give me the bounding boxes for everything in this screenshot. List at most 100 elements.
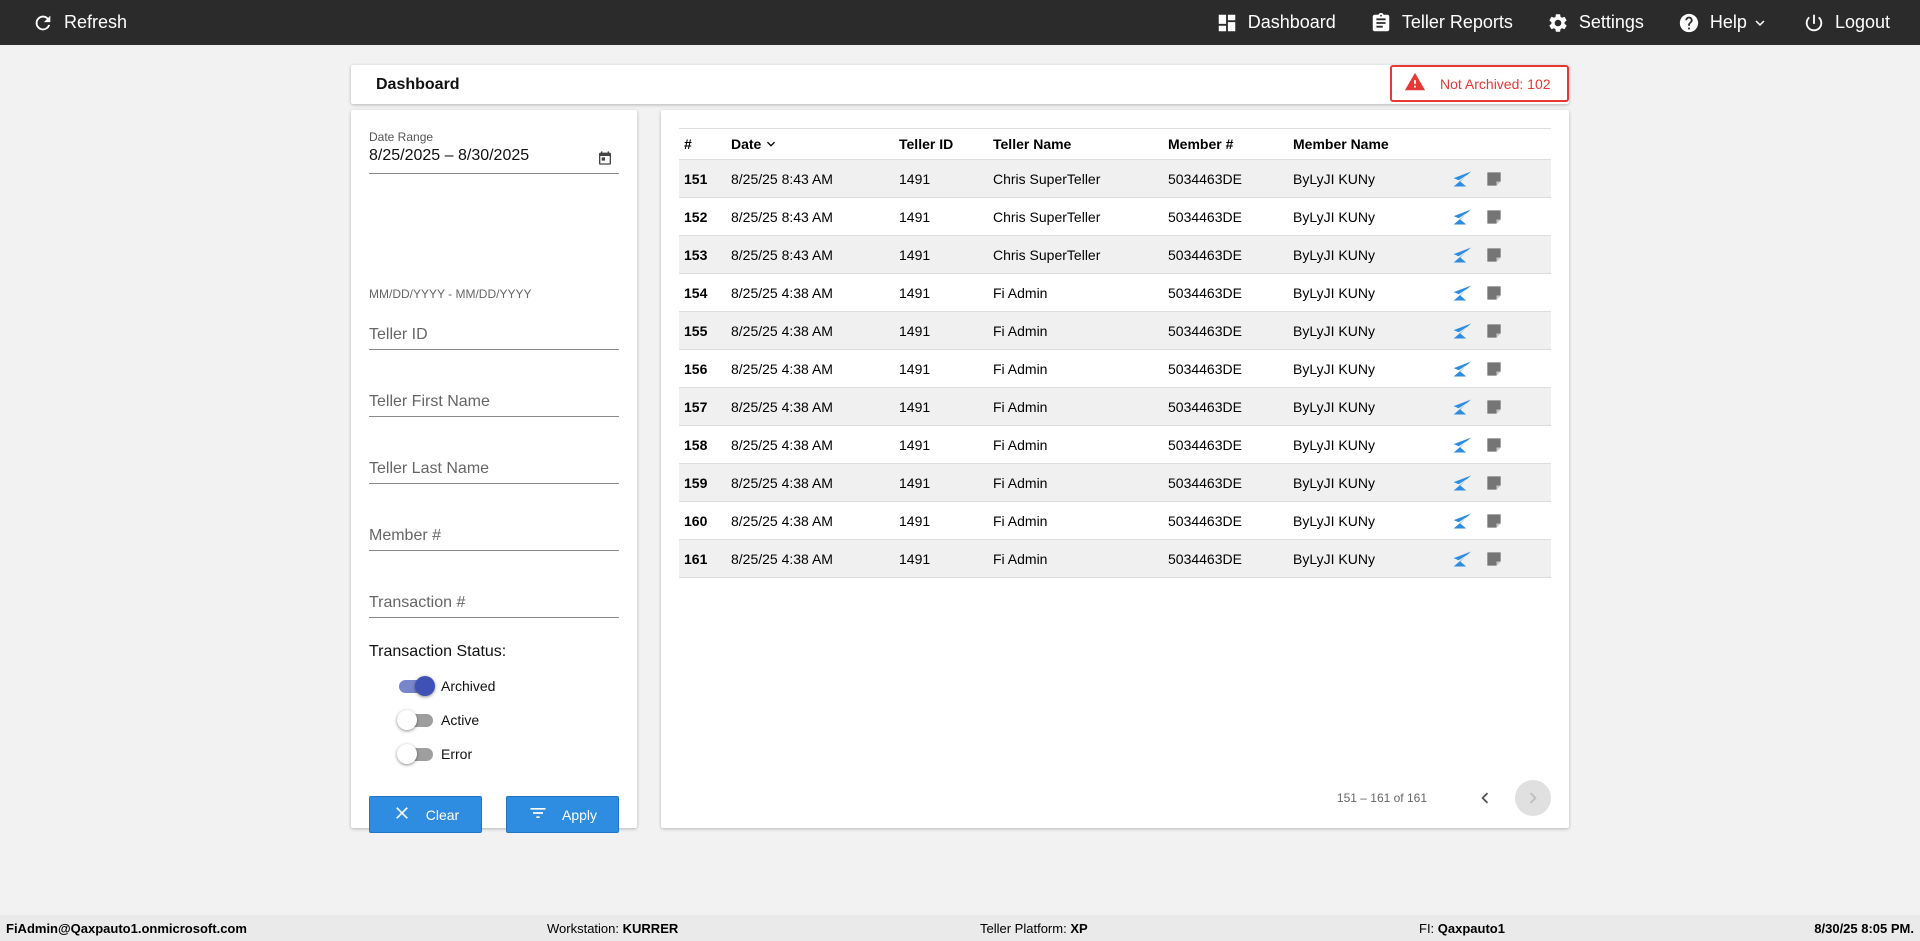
column-header-date[interactable]: Date	[731, 129, 779, 159]
send-icon[interactable]	[1452, 169, 1472, 189]
next-page-button[interactable]	[1515, 780, 1551, 816]
note-icon[interactable]	[1484, 435, 1504, 455]
nav-help[interactable]: Help	[1678, 0, 1769, 45]
table-body: 151 8/25/25 8:43 AM 1491 Chris SuperTeller 5…	[679, 160, 1551, 578]
nav-logout-label: Logout	[1834, 12, 1890, 32]
cell-number: 156	[684, 360, 708, 377]
table-row[interactable]: 160 8/25/25 4:38 AM 1491 Fi Admin 5034463DE B…	[679, 502, 1551, 540]
send-icon[interactable]	[1452, 511, 1472, 531]
apply-button-label: Apply	[561, 806, 598, 823]
cell-member-name: ByLyJI KUNy	[1293, 512, 1375, 529]
table-row[interactable]: 155 8/25/25 4:38 AM 1491 Fi Admin 5034463DE B…	[679, 312, 1551, 350]
table-row[interactable]: 161 8/25/25 4:38 AM 1491 Fi Admin 5034463DE B…	[679, 540, 1551, 578]
send-icon[interactable]	[1452, 397, 1472, 417]
note-icon[interactable]	[1484, 283, 1504, 303]
date-range-value: 8/25/2025 – 8/30/2025	[369, 147, 530, 164]
status-toggle-active[interactable]: Active	[397, 710, 479, 730]
teller-id-input[interactable]: Teller ID	[369, 318, 619, 350]
footer-fi-value: Qaxpauto1	[1437, 921, 1505, 936]
apply-button[interactable]: Apply	[506, 796, 619, 833]
transaction-number-input[interactable]: Transaction #	[369, 586, 619, 618]
note-icon[interactable]	[1484, 169, 1504, 189]
refresh-button[interactable]: Refresh	[32, 0, 127, 45]
table-row[interactable]: 154 8/25/25 4:38 AM 1491 Fi Admin 5034463DE B…	[679, 274, 1551, 312]
cell-teller-name: Fi Admin	[993, 284, 1048, 301]
table-row[interactable]: 159 8/25/25 4:38 AM 1491 Fi Admin 5034463DE B…	[679, 464, 1551, 502]
note-icon[interactable]	[1484, 359, 1504, 379]
row-actions	[1452, 540, 1504, 577]
dashboard-icon	[1216, 12, 1238, 34]
table-row[interactable]: 152 8/25/25 8:43 AM 1491 Chris SuperTeller 5…	[679, 198, 1551, 236]
send-icon[interactable]	[1452, 207, 1472, 227]
teller-first-name-input[interactable]: Teller First Name	[369, 385, 619, 417]
note-icon[interactable]	[1484, 549, 1504, 569]
note-icon[interactable]	[1484, 397, 1504, 417]
footer-datetime-value: 8/30/25 8:05 PM.	[1814, 921, 1914, 936]
row-actions	[1452, 274, 1504, 311]
date-range-field[interactable]: Date Range 8/25/2025 – 8/30/2025	[369, 130, 619, 174]
nav-dashboard[interactable]: Dashboard	[1216, 0, 1336, 45]
status-toggle-error[interactable]: Error	[397, 744, 472, 764]
status-toggle-label: Active	[441, 712, 480, 728]
member-number-input[interactable]: Member #	[369, 519, 619, 551]
status-toggle-archived[interactable]: Archived	[397, 676, 495, 696]
cell-member-name: ByLyJI KUNy	[1293, 474, 1375, 491]
cell-member-number: 5034463DE	[1168, 322, 1242, 339]
table-row[interactable]: 151 8/25/25 8:43 AM 1491 Chris SuperTeller 5…	[679, 160, 1551, 198]
calendar-icon[interactable]	[597, 150, 613, 166]
nav-settings[interactable]: Settings	[1547, 0, 1644, 45]
cell-date: 8/25/25 4:38 AM	[731, 360, 833, 377]
toggle-switch[interactable]	[397, 710, 433, 730]
send-icon[interactable]	[1452, 283, 1472, 303]
cell-teller-name: Chris SuperTeller	[993, 246, 1101, 263]
send-icon[interactable]	[1452, 245, 1472, 265]
column-header-number: #	[684, 136, 692, 152]
clear-button-label: Clear	[425, 806, 460, 823]
row-actions	[1452, 388, 1504, 425]
send-icon[interactable]	[1452, 473, 1472, 493]
cell-member-number: 5034463DE	[1168, 474, 1242, 491]
note-icon[interactable]	[1484, 321, 1504, 341]
clear-button[interactable]: Clear	[369, 796, 482, 833]
member-number-placeholder: Member #	[369, 527, 442, 544]
row-actions	[1452, 464, 1504, 501]
cell-member-number: 5034463DE	[1168, 398, 1242, 415]
teller-last-name-input[interactable]: Teller Last Name	[369, 452, 619, 484]
row-actions	[1452, 236, 1504, 273]
date-range-label: Date Range	[369, 130, 434, 144]
table-row[interactable]: 153 8/25/25 8:43 AM 1491 Chris SuperTeller 5…	[679, 236, 1551, 274]
cell-number: 154	[684, 284, 708, 301]
nav-teller-reports[interactable]: Teller Reports	[1370, 0, 1513, 45]
dashboard-header: Dashboard Not Archived: 102	[351, 65, 1569, 104]
cell-teller-id: 1491	[899, 474, 931, 491]
refresh-label: Refresh	[64, 12, 128, 32]
send-icon[interactable]	[1452, 549, 1472, 569]
send-icon[interactable]	[1452, 321, 1472, 341]
table-row[interactable]: 156 8/25/25 4:38 AM 1491 Fi Admin 5034463DE B…	[679, 350, 1551, 388]
cell-date: 8/25/25 8:43 AM	[731, 170, 833, 187]
cell-teller-name: Chris SuperTeller	[993, 208, 1101, 225]
send-icon[interactable]	[1452, 359, 1472, 379]
footer-user: FiAdmin@Qaxpauto1.onmicrosoft.com	[6, 921, 247, 936]
footer-platform-value: XP	[1070, 921, 1088, 936]
footer-fi-label: FI:	[1419, 921, 1435, 936]
send-icon[interactable]	[1452, 435, 1472, 455]
nav-logout[interactable]: Logout	[1803, 0, 1890, 45]
cell-teller-id: 1491	[899, 360, 931, 377]
table-row[interactable]: 157 8/25/25 4:38 AM 1491 Fi Admin 5034463DE B…	[679, 388, 1551, 426]
nav-settings-label: Settings	[1578, 12, 1644, 32]
not-archived-badge[interactable]: Not Archived: 102	[1390, 65, 1569, 102]
note-icon[interactable]	[1484, 511, 1504, 531]
toggle-switch[interactable]	[397, 676, 435, 696]
previous-page-button[interactable]	[1467, 780, 1503, 816]
cell-teller-name: Fi Admin	[993, 360, 1048, 377]
cell-number: 161	[684, 550, 708, 567]
cell-member-number: 5034463DE	[1168, 170, 1242, 187]
filter-icon	[528, 803, 548, 826]
table-row[interactable]: 158 8/25/25 4:38 AM 1491 Fi Admin 5034463DE B…	[679, 426, 1551, 464]
note-icon[interactable]	[1484, 207, 1504, 227]
warning-icon	[1404, 71, 1426, 96]
toggle-switch[interactable]	[397, 744, 433, 764]
note-icon[interactable]	[1484, 473, 1504, 493]
note-icon[interactable]	[1484, 245, 1504, 265]
